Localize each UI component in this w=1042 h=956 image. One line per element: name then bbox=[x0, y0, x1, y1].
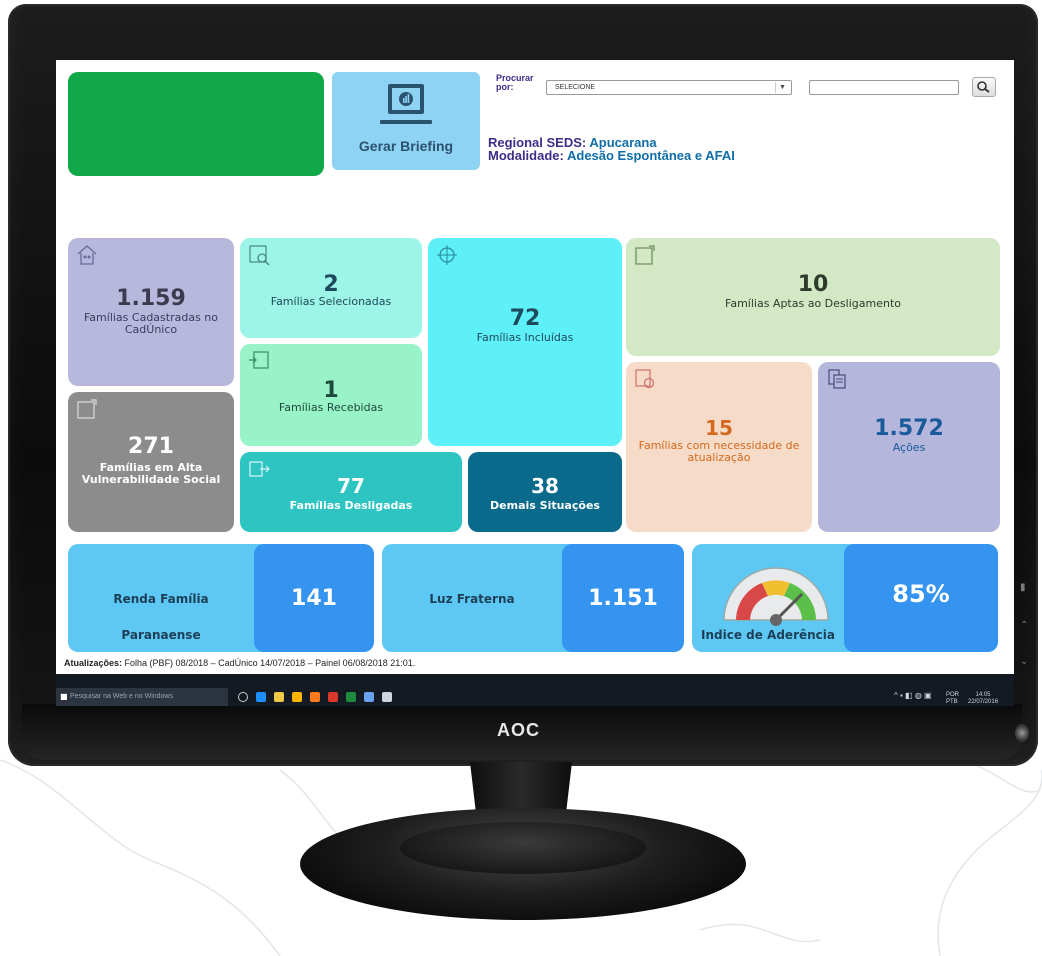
edge-icon[interactable] bbox=[256, 692, 266, 702]
family-search-icon bbox=[249, 245, 270, 266]
tile-incluidas[interactable]: 72 Famílias Incluídas bbox=[428, 238, 622, 446]
alta-vulnerabilidade-label: Famílias em Alta Vulnerabilidade Social bbox=[81, 461, 221, 486]
aptas-value: 10 bbox=[797, 272, 829, 297]
cadastradas-value: 1.159 bbox=[116, 286, 186, 311]
tile-acoes[interactable]: 1.572 Ações bbox=[818, 362, 1000, 532]
document-icon[interactable] bbox=[382, 692, 392, 702]
select-value: SELECIONE bbox=[555, 84, 596, 91]
recebidas-label: Famílias Recebidas bbox=[278, 401, 384, 414]
tile-cadastradas[interactable]: 1.159 Famílias Cadastradas no CadÚnico bbox=[68, 238, 234, 386]
gauge-icon bbox=[723, 567, 829, 626]
footer-text: Folha (PBF) 08/2018 – CadÚnico 14/07/201… bbox=[124, 658, 416, 668]
clock-time: 14:05 bbox=[975, 692, 991, 698]
aderencia-value-box: 85% bbox=[844, 544, 998, 652]
luz-label: Luz Fraterna bbox=[429, 592, 515, 606]
tile-alta-vulnerabilidade[interactable]: 271 Famílias em Alta Vulnerabilidade Soc… bbox=[68, 392, 234, 532]
demais-label: Demais Situações bbox=[490, 499, 600, 512]
document-list-icon bbox=[828, 369, 846, 389]
panel-luz-fraterna[interactable]: Luz Fraterna 1.151 bbox=[382, 544, 684, 652]
tile-aptas[interactable]: 10 Famílias Aptas ao Desligamento bbox=[626, 238, 1000, 356]
lang-top: POR bbox=[946, 692, 960, 698]
gerar-briefing-button[interactable]: Gerar Briefing bbox=[332, 72, 480, 170]
incluidas-value: 72 bbox=[509, 306, 541, 331]
update-footer: Atualizações: Folha (PBF) 08/2018 – CadÚ… bbox=[64, 658, 415, 668]
windows-start-icon[interactable]: ■ bbox=[60, 692, 68, 701]
chevron-down-icon[interactable]: ▼ bbox=[775, 82, 789, 93]
power-button[interactable] bbox=[1015, 724, 1029, 742]
tile-selecionadas[interactable]: 2 Famílias Selecionadas bbox=[240, 238, 422, 338]
alta-vulnerabilidade-value: 271 bbox=[128, 434, 174, 459]
incluidas-label: Famílias Incluídas bbox=[476, 331, 574, 344]
down-button-icon[interactable]: ⌄ bbox=[1020, 656, 1028, 667]
target-family-icon bbox=[437, 245, 457, 265]
modalidade-label: Modalidade: bbox=[488, 148, 564, 163]
chrome-icon[interactable] bbox=[292, 692, 302, 702]
search-icon bbox=[977, 81, 990, 93]
desligadas-value: 77 bbox=[337, 474, 365, 498]
aptas-label: Famílias Aptas ao Desligamento bbox=[725, 297, 901, 310]
regional-info: Regional SEDS: Apucarana Modalidade: Ade… bbox=[488, 136, 735, 162]
desligadas-label: Famílias Desligadas bbox=[289, 499, 413, 512]
panel-renda[interactable]: Renda Família Paranaense 141 bbox=[68, 544, 374, 652]
family-alert-icon bbox=[77, 399, 97, 419]
luz-value-box: 1.151 bbox=[562, 544, 684, 652]
necessidade-value: 15 bbox=[705, 416, 733, 440]
up-button-icon[interactable]: ⌃ bbox=[1020, 620, 1028, 631]
taskbar: Pesquisar na Web e no Windows ■ ^ ▪ ◧ ◍ … bbox=[56, 674, 1014, 706]
tile-demais[interactable]: 38 Demais Situações bbox=[468, 452, 622, 532]
logo-area bbox=[68, 72, 324, 176]
recebidas-value: 1 bbox=[323, 378, 339, 403]
family-receive-icon bbox=[249, 351, 269, 369]
renda-value: 141 bbox=[291, 586, 337, 611]
search-label: Procurar por: bbox=[496, 73, 534, 92]
renda-label-1: Renda Família bbox=[113, 592, 209, 606]
search-input[interactable] bbox=[809, 80, 959, 95]
family-update-icon bbox=[635, 369, 655, 389]
search-select[interactable]: SELECIONE ▼ bbox=[546, 80, 792, 95]
tile-recebidas[interactable]: 1 Famílias Recebidas bbox=[240, 344, 422, 446]
renda-label-2: Paranaense bbox=[121, 628, 201, 642]
brand-logo: AOC bbox=[497, 720, 540, 740]
demais-value: 38 bbox=[531, 474, 559, 498]
language-indicator[interactable]: POR PTB bbox=[946, 692, 959, 706]
taskbar-search[interactable]: Pesquisar na Web e no Windows bbox=[56, 688, 228, 706]
menu-button-icon[interactable]: ▮ bbox=[1020, 582, 1026, 593]
footer-label: Atualizações: bbox=[64, 658, 123, 668]
cadastradas-label: Famílias Cadastradas no CadÚnico bbox=[83, 311, 218, 336]
clock[interactable]: 14:05 22/07/2016 bbox=[968, 692, 998, 706]
app-icon[interactable] bbox=[364, 692, 374, 702]
acoes-value: 1.572 bbox=[874, 416, 944, 441]
tile-desligadas[interactable]: 77 Famílias Desligadas bbox=[240, 452, 462, 532]
laptop-chart-icon bbox=[380, 84, 432, 124]
renda-value-box: 141 bbox=[254, 544, 374, 652]
acoes-label: Ações bbox=[892, 441, 926, 454]
lang-bottom: PTB bbox=[946, 699, 958, 705]
cortana-icon[interactable] bbox=[238, 692, 248, 702]
acrobat-icon[interactable] bbox=[328, 692, 338, 702]
necessidade-label: Famílias com necessidade de atualização bbox=[638, 439, 800, 464]
luz-value: 1.151 bbox=[588, 586, 658, 611]
excel-icon[interactable] bbox=[346, 692, 356, 702]
tray-icons[interactable]: ^ ▪ ◧ ◍ ▣ bbox=[894, 692, 932, 700]
selecionadas-label: Famílias Selecionadas bbox=[270, 295, 392, 308]
folder-icon[interactable] bbox=[274, 692, 284, 702]
firefox-icon[interactable] bbox=[310, 692, 320, 702]
family-exit-icon bbox=[635, 245, 655, 265]
screen: Gerar Briefing Procurar por: SELECIONE ▼… bbox=[56, 60, 1014, 706]
briefing-label: Gerar Briefing bbox=[358, 138, 454, 154]
aderencia-label: Indice de Aderência bbox=[701, 628, 835, 642]
monitor-base-top bbox=[400, 822, 646, 874]
selecionadas-value: 2 bbox=[323, 272, 339, 297]
tile-necessidade[interactable]: 15 Famílias com necessidade de atualizaç… bbox=[626, 362, 812, 532]
modalidade-value: Adesão Espontânea e AFAI bbox=[566, 148, 735, 163]
house-family-icon bbox=[77, 245, 97, 265]
search-button[interactable] bbox=[972, 77, 996, 97]
panel-aderencia[interactable]: Indice de Aderência 85% bbox=[692, 544, 998, 652]
clock-date: 22/07/2016 bbox=[968, 699, 999, 705]
aderencia-value: 85% bbox=[892, 580, 950, 608]
